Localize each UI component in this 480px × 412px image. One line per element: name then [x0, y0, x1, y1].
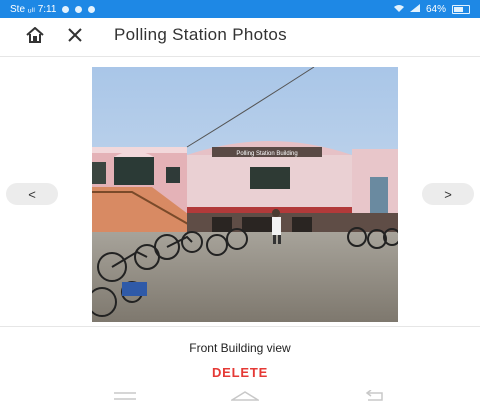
- previous-photo-button[interactable]: <: [6, 183, 58, 205]
- polling-station-photo: Polling Station Building: [92, 67, 398, 322]
- signal-icon: [409, 3, 420, 15]
- notification-icon: [75, 5, 83, 13]
- app-bar: Polling Station Photos: [0, 18, 480, 52]
- home-icon[interactable]: [24, 24, 46, 46]
- building-sign: Polling Station Building: [236, 151, 297, 157]
- photo-caption: Front Building view: [189, 341, 291, 355]
- back-icon[interactable]: [355, 386, 395, 406]
- close-icon[interactable]: [64, 24, 86, 46]
- status-left: Ste ᵤₗₗ 7:11: [10, 3, 96, 15]
- chevron-right-icon: >: [444, 186, 452, 202]
- notification-icon: [88, 5, 96, 13]
- header-divider: [0, 56, 480, 57]
- battery-percent: 64%: [425, 3, 446, 15]
- home-key-icon[interactable]: [225, 386, 265, 406]
- page-title: Polling Station Photos: [114, 25, 287, 44]
- battery-icon: [452, 4, 470, 14]
- status-left-text: Ste ᵤₗₗ 7:11: [10, 3, 57, 15]
- system-nav-bar: [0, 386, 480, 406]
- delete-button[interactable]: DELETE: [190, 362, 290, 382]
- menu-icon[interactable]: [105, 386, 145, 406]
- wifi-icon: [393, 4, 404, 15]
- screen: Ste ᵤₗₗ 7:11 64% Polling Station Photos …: [0, 0, 480, 412]
- status-right: 64%: [393, 3, 470, 15]
- notification-icon: [62, 5, 70, 13]
- next-photo-button[interactable]: >: [422, 183, 474, 205]
- photo-divider: [0, 326, 480, 327]
- chevron-left-icon: <: [28, 186, 36, 202]
- status-bar: Ste ᵤₗₗ 7:11 64%: [0, 0, 480, 18]
